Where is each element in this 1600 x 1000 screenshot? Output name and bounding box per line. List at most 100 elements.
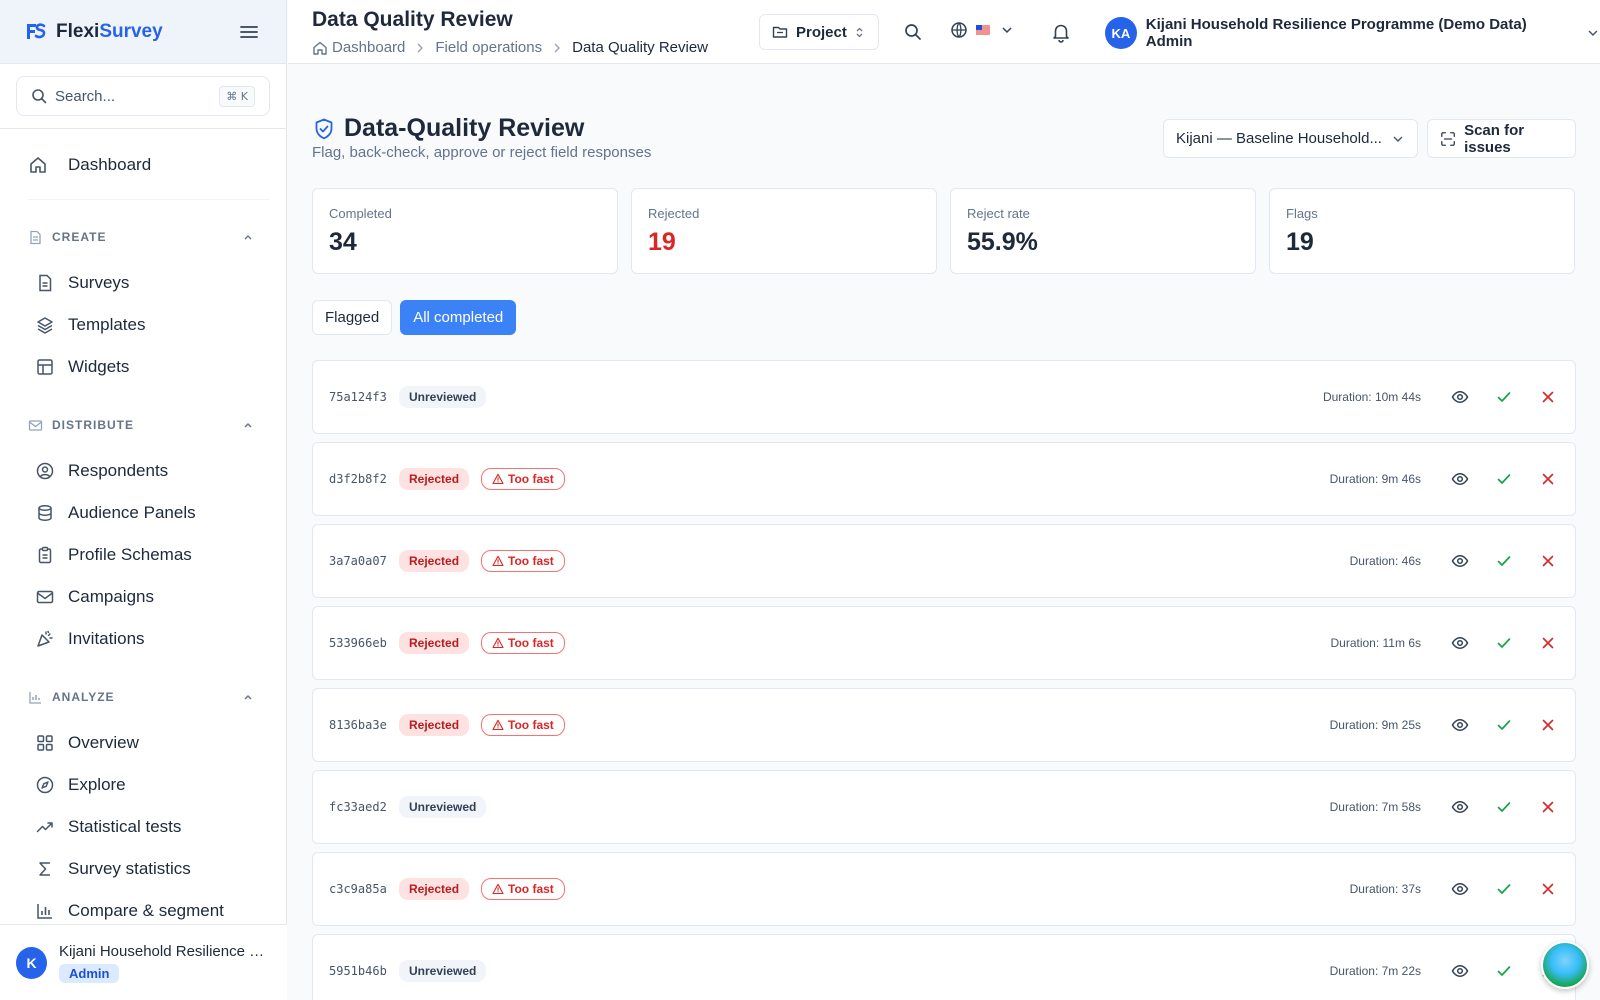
- sidebar-item-survey-statistics[interactable]: Survey statistics: [0, 848, 286, 890]
- view-eye-icon[interactable]: [1451, 552, 1469, 570]
- approve-check-icon[interactable]: [1495, 880, 1513, 898]
- stat-card-completed: Completed 34: [312, 188, 618, 274]
- breadcrumb-field-operations[interactable]: Field operations: [435, 39, 542, 56]
- sidebar-account[interactable]: K Kijani Household Resilience Programme …: [0, 924, 287, 1000]
- bell-icon[interactable]: [1050, 21, 1072, 43]
- bar-chart-icon: [29, 691, 41, 704]
- approve-check-icon[interactable]: [1495, 470, 1513, 488]
- scan-for-issues-button[interactable]: Scan for issues: [1427, 119, 1576, 158]
- user-menu[interactable]: KA Kijani Household Resilience Programme…: [1105, 16, 1600, 50]
- section-analyze[interactable]: ANALYZE: [28, 686, 258, 708]
- survey-select[interactable]: Kijani — Baseline Household...: [1163, 119, 1418, 158]
- response-row[interactable]: 533966eb Rejected Too fast Duration: 11m 6s: [312, 606, 1576, 680]
- approve-check-icon[interactable]: [1495, 798, 1513, 816]
- approve-check-icon[interactable]: [1495, 552, 1513, 570]
- compass-icon: [36, 776, 54, 794]
- sidebar-item-overview[interactable]: Overview: [0, 722, 286, 764]
- layout-icon: [37, 359, 53, 375]
- flag-badge: Too fast: [481, 878, 565, 900]
- scan-icon: [1441, 131, 1455, 146]
- sidebar-item-explore[interactable]: Explore: [0, 764, 286, 806]
- user-name: Kijani Household Resilience Programme (D…: [1145, 16, 1527, 50]
- search-icon: [32, 89, 47, 104]
- flag-badge: Too fast: [481, 714, 565, 736]
- view-eye-icon[interactable]: [1451, 798, 1469, 816]
- breadcrumb: Dashboard Field operations Data Quality …: [312, 39, 708, 56]
- sidebar-item-respondents[interactable]: Respondents: [0, 450, 286, 492]
- view-eye-icon[interactable]: [1451, 470, 1469, 488]
- view-eye-icon[interactable]: [1451, 962, 1469, 980]
- sidebar-item-surveys[interactable]: Surveys: [0, 262, 286, 304]
- reject-x-icon[interactable]: [1539, 716, 1557, 734]
- view-eye-icon[interactable]: [1451, 388, 1469, 406]
- search-icon[interactable]: [903, 22, 923, 42]
- database-icon: [38, 505, 52, 521]
- view-eye-icon[interactable]: [1451, 634, 1469, 652]
- sidebar-item-widgets[interactable]: Widgets: [0, 346, 286, 388]
- breadcrumb-dashboard[interactable]: Dashboard: [332, 39, 405, 56]
- brand-header: FlexiSurvey: [0, 0, 286, 64]
- alert-triangle-icon: [492, 473, 504, 485]
- response-row[interactable]: 3a7a0a07 Rejected Too fast Duration: 46s: [312, 524, 1576, 598]
- assistant-avatar-button[interactable]: [1541, 941, 1589, 989]
- sidebar-item-dashboard[interactable]: Dashboard: [28, 143, 286, 187]
- approve-check-icon[interactable]: [1495, 634, 1513, 652]
- flag-badge: Too fast: [481, 550, 565, 572]
- sidebar-item-audience-panels[interactable]: Audience Panels: [0, 492, 286, 534]
- status-badge: Rejected: [399, 878, 470, 900]
- status-badge: Unreviewed: [399, 796, 487, 818]
- response-row[interactable]: 8136ba3e Rejected Too fast Duration: 9m 25s: [312, 688, 1576, 762]
- sidebar-item-statistical-tests[interactable]: Statistical tests: [0, 806, 286, 848]
- approve-check-icon[interactable]: [1495, 716, 1513, 734]
- sidebar-item-profile-schemas[interactable]: Profile Schemas: [0, 534, 286, 576]
- sidebar-search[interactable]: Search... ⌘ K: [16, 76, 270, 116]
- duration-text: Duration: 10m 44s: [1322, 390, 1421, 404]
- breadcrumb-current: Data Quality Review: [572, 39, 709, 56]
- section-distribute[interactable]: DISTRIBUTE: [28, 414, 258, 436]
- section-create[interactable]: CREATE: [28, 226, 258, 248]
- duration-text: Duration: 7m 22s: [1329, 964, 1421, 978]
- response-id: d3f2b8f2: [329, 472, 387, 486]
- home-icon: [30, 157, 46, 173]
- duration-text: Duration: 7m 58s: [1329, 800, 1421, 814]
- response-list: 75a124f3 Unreviewed Duration: 10m 44s d3f2b…: [312, 360, 1576, 1000]
- duration-text: Duration: 9m 25s: [1329, 718, 1421, 732]
- response-row[interactable]: fc33aed2 Unreviewed Duration: 7m 58s: [312, 770, 1576, 844]
- reject-x-icon[interactable]: [1539, 552, 1557, 570]
- response-row[interactable]: c3c9a85a Rejected Too fast Duration: 37s: [312, 852, 1576, 926]
- stat-card-flags: Flags 19: [1269, 188, 1575, 274]
- sidebar-item-templates[interactable]: Templates: [0, 304, 286, 346]
- divider: [28, 199, 270, 200]
- sidebar-item-campaigns[interactable]: Campaigns: [0, 576, 286, 618]
- status-badge: Unreviewed: [399, 386, 487, 408]
- response-id: 8136ba3e: [329, 718, 387, 732]
- globe-icon: [951, 22, 967, 38]
- sidebar-item-invitations[interactable]: Invitations: [0, 618, 286, 660]
- approve-check-icon[interactable]: [1495, 388, 1513, 406]
- reject-x-icon[interactable]: [1539, 798, 1557, 816]
- stat-card-rejected: Rejected 19: [631, 188, 937, 274]
- reject-x-icon[interactable]: [1539, 880, 1557, 898]
- chevron-right-icon: [554, 43, 561, 52]
- user-circle-icon: [36, 462, 54, 480]
- reject-x-icon[interactable]: [1539, 470, 1557, 488]
- page-title: Data-Quality Review: [344, 114, 585, 142]
- tab-all-completed[interactable]: All completed: [400, 300, 517, 335]
- response-row[interactable]: d3f2b8f2 Rejected Too fast Duration: 9m 46s: [312, 442, 1576, 516]
- language-switcher[interactable]: [950, 21, 1014, 39]
- view-eye-icon[interactable]: [1451, 880, 1469, 898]
- chevron-down-icon: [1393, 136, 1403, 142]
- status-badge: Unreviewed: [399, 960, 487, 982]
- reject-x-icon[interactable]: [1539, 634, 1557, 652]
- response-id: 75a124f3: [329, 390, 387, 404]
- reject-x-icon[interactable]: [1539, 388, 1557, 406]
- layers-icon: [37, 317, 53, 334]
- project-switcher[interactable]: Project: [759, 14, 879, 50]
- response-row[interactable]: 75a124f3 Unreviewed Duration: 10m 44s: [312, 360, 1576, 434]
- view-eye-icon[interactable]: [1451, 716, 1469, 734]
- approve-check-icon[interactable]: [1495, 962, 1513, 980]
- response-id: fc33aed2: [329, 800, 387, 814]
- tab-flagged[interactable]: Flagged: [312, 300, 393, 335]
- hamburger-menu-icon[interactable]: [238, 21, 260, 43]
- response-row[interactable]: 5951b46b Unreviewed Duration: 7m 22s: [312, 934, 1576, 1000]
